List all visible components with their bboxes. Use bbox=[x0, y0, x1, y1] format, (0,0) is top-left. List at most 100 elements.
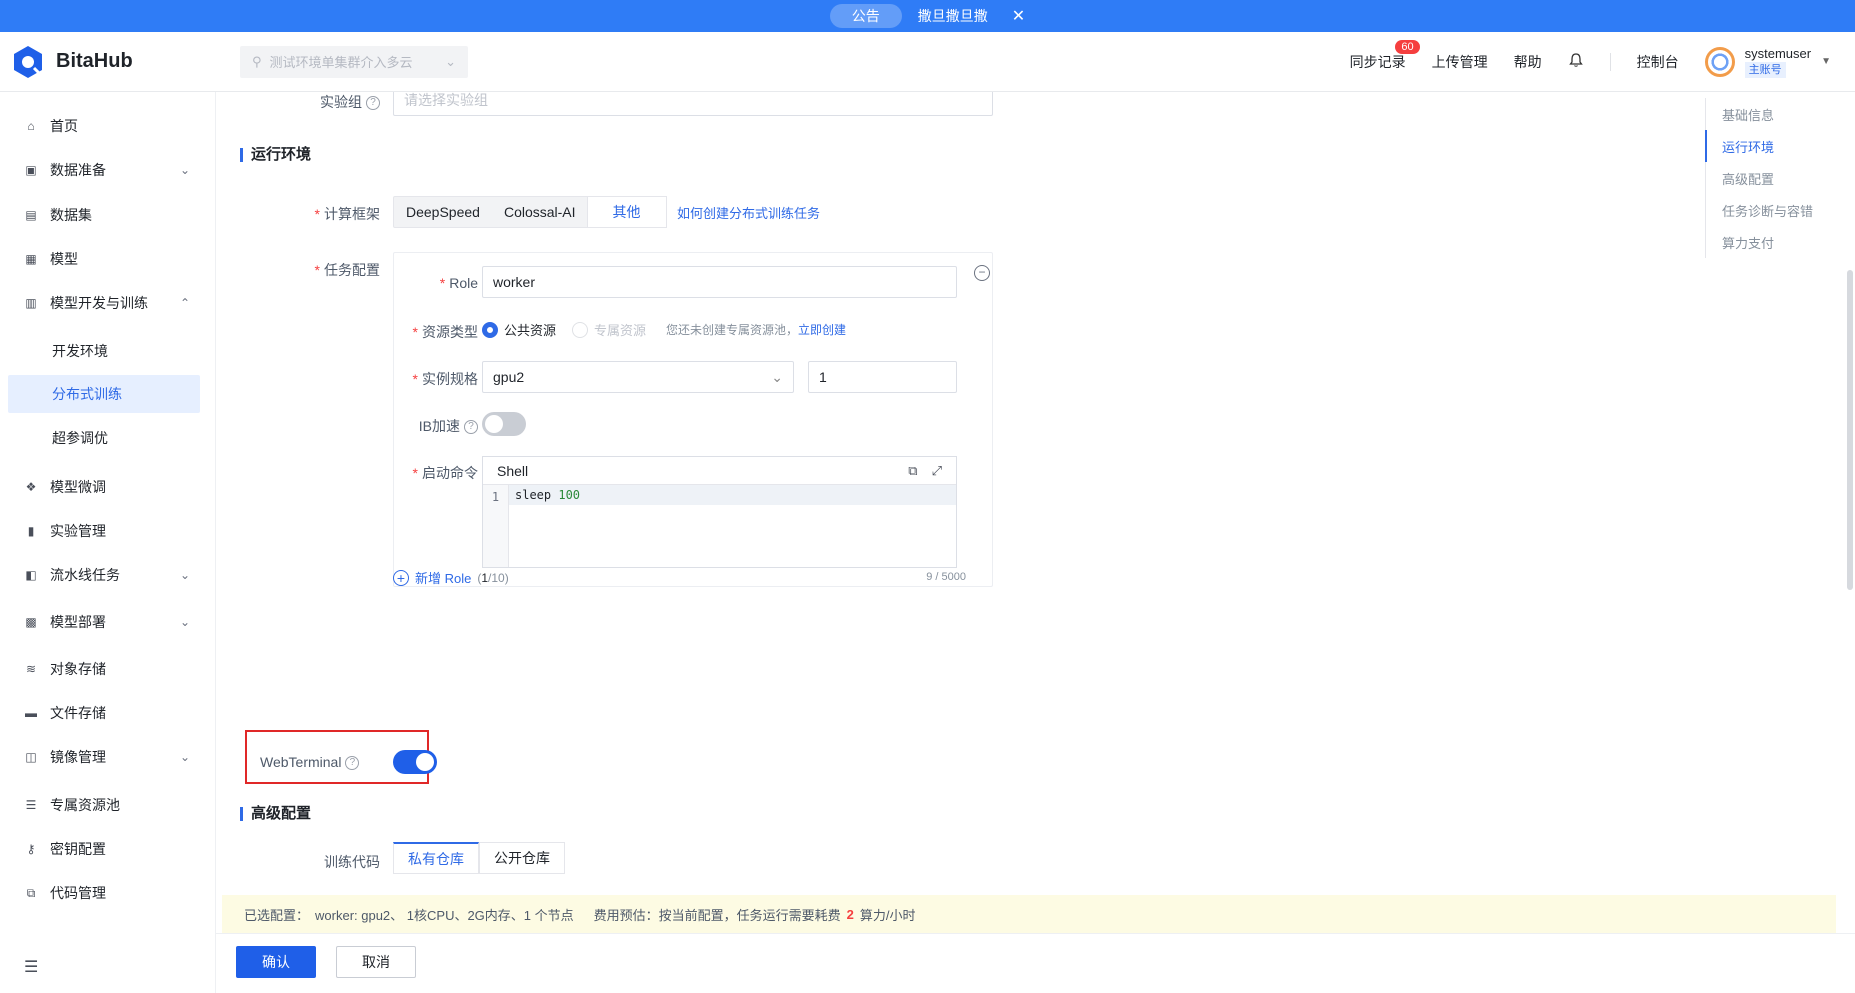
resource-public-radio[interactable] bbox=[482, 321, 498, 338]
create-resource-pool-link[interactable]: 立即创建 bbox=[798, 321, 846, 338]
framework-option-deepspeed[interactable]: DeepSpeed bbox=[394, 197, 492, 227]
expand-icon[interactable]: ⤢ bbox=[932, 463, 942, 479]
sidebar-item-file-storage[interactable]: ▬ 文件存储 bbox=[8, 694, 200, 732]
anchor-runtime[interactable]: 运行环境 bbox=[1705, 130, 1855, 162]
user-menu[interactable]: systemuser 主账号 ▼ bbox=[1704, 46, 1831, 78]
anchor-advanced[interactable]: 高级配置 bbox=[1706, 162, 1855, 194]
summary-cost-value: 2 bbox=[846, 906, 854, 922]
summary-selected-value: worker: gpu2、 1核CPU、2G内存、1 个节点 bbox=[315, 907, 574, 923]
tab-public-repo[interactable]: 公开仓库 bbox=[479, 842, 565, 874]
sidebar-item-label: 模型微调 bbox=[50, 479, 106, 495]
ib-accel-toggle[interactable] bbox=[482, 412, 526, 436]
chevron-up-icon: ⌃ bbox=[179, 296, 190, 310]
summary-cost-unit: 算力/小时 bbox=[859, 907, 916, 923]
sidebar-item-model-dev[interactable]: ▥ 模型开发与训练 ⌃ bbox=[8, 284, 200, 322]
ib-accel-label: IB加速? bbox=[394, 416, 478, 436]
scrollbar[interactable] bbox=[1847, 270, 1853, 590]
tab-private-repo[interactable]: 私有仓库 bbox=[393, 842, 479, 874]
sidebar-item-code[interactable]: ⧉ 代码管理 bbox=[8, 874, 200, 912]
sidebar-item-label: 模型 bbox=[50, 251, 78, 267]
anchor-diagnosis[interactable]: 任务诊断与容错 bbox=[1706, 194, 1855, 226]
sidebar-item-label: 模型开发与训练 bbox=[50, 295, 148, 311]
resource-dedicated-label[interactable]: 专属资源 bbox=[594, 320, 646, 339]
collapse-menu-icon[interactable]: ☰ bbox=[24, 957, 38, 977]
sidebar-item-experiment[interactable]: ▮ 实验管理 bbox=[8, 512, 200, 550]
dataset-icon: ▤ bbox=[25, 208, 37, 222]
sidebar-item-label: 密钥配置 bbox=[50, 841, 106, 857]
role-input[interactable]: worker bbox=[482, 266, 957, 298]
sync-records-link[interactable]: 同步记录 60 bbox=[1350, 39, 1420, 72]
sidebar-item-model[interactable]: ▦ 模型 bbox=[8, 240, 200, 278]
chevron-down-icon: ⌄ bbox=[445, 53, 456, 69]
help-icon[interactable]: ? bbox=[366, 96, 380, 111]
resource-public-label[interactable]: 公共资源 bbox=[504, 320, 556, 339]
confirm-button[interactable]: 确认 bbox=[236, 946, 316, 978]
anchor-basic-info[interactable]: 基础信息 bbox=[1706, 98, 1855, 130]
location-icon: ⚲ bbox=[252, 53, 262, 69]
sidebar-item-dataset[interactable]: ▤ 数据集 bbox=[8, 196, 200, 234]
runtime-section-title: 运行环境 bbox=[240, 147, 311, 162]
sidebar-item-home[interactable]: ⌂ 首页 bbox=[8, 107, 200, 145]
sidebar-item-resource-pool[interactable]: ☰ 专属资源池 bbox=[8, 786, 200, 824]
sidebar-item-hyperparam[interactable]: 超参调优 bbox=[8, 419, 200, 457]
anchor-payment[interactable]: 算力支付 bbox=[1706, 226, 1855, 258]
instance-spec-select[interactable]: gpu2 ⌄ bbox=[482, 361, 794, 393]
sidebar-item-label: 超参调优 bbox=[52, 430, 108, 446]
training-code-label: 训练代码 bbox=[324, 854, 380, 870]
logo[interactable]: BitaHub bbox=[10, 44, 240, 80]
console-link[interactable]: 控制台 bbox=[1637, 52, 1679, 72]
sidebar-item-label: 数据准备 bbox=[50, 162, 106, 178]
chevron-down-icon: ⌄ bbox=[771, 368, 783, 385]
help-icon[interactable]: ? bbox=[464, 420, 478, 435]
account-tag: 主账号 bbox=[1744, 61, 1786, 78]
server-icon: ☰ bbox=[25, 798, 37, 812]
help-icon[interactable]: ? bbox=[345, 756, 360, 771]
webterminal-label: WebTerminal? bbox=[260, 754, 360, 771]
code-line[interactable]: sleep 100 bbox=[509, 485, 956, 505]
code-keyword: sleep bbox=[515, 488, 552, 502]
upload-manage-link[interactable]: 上传管理 bbox=[1432, 52, 1488, 72]
sidebar-item-keys[interactable]: ⚷ 密钥配置 bbox=[8, 830, 200, 868]
copy-icon[interactable]: ⧉ bbox=[908, 463, 917, 479]
sidebar-item-pipeline[interactable]: ◧ 流水线任务 ⌄ bbox=[8, 556, 200, 594]
framework-option-other[interactable]: 其他 bbox=[586, 196, 667, 228]
framework-option-colossal[interactable]: Colossal-AI bbox=[492, 197, 588, 227]
sidebar-item-finetune[interactable]: ❖ 模型微调 bbox=[8, 468, 200, 506]
code-icon: ⧉ bbox=[26, 885, 36, 900]
nodes-icon: ❖ bbox=[25, 480, 37, 494]
experiment-group-select[interactable]: 请选择实验组 bbox=[393, 92, 993, 116]
cancel-button[interactable]: 取消 bbox=[336, 946, 416, 978]
framework-help-link[interactable]: 如何创建分布式训练任务 bbox=[677, 203, 820, 222]
bell-icon[interactable] bbox=[1568, 52, 1584, 71]
env-select[interactable]: ⚲ 测试环境单集群介入多云 ⌄ bbox=[240, 45, 468, 78]
sidebar-item-label: 分布式训练 bbox=[52, 386, 122, 402]
top-header: BitaHub ⚲ 测试环境单集群介入多云 ⌄ 同步记录 60 上传管理 帮助 … bbox=[0, 32, 1855, 92]
resource-dedicated-radio[interactable] bbox=[572, 321, 589, 338]
remove-role-icon[interactable]: − bbox=[974, 265, 990, 281]
sidebar-item-label: 对象存储 bbox=[50, 661, 106, 677]
sidebar-item-data-prep[interactable]: ▣ 数据准备 ⌄ bbox=[8, 151, 200, 189]
sidebar-item-deploy[interactable]: ▩ 模型部署 ⌄ bbox=[8, 603, 200, 641]
help-link[interactable]: 帮助 bbox=[1514, 52, 1542, 72]
sidebar-item-distributed-training[interactable]: 分布式训练 bbox=[8, 375, 200, 413]
summary-cost-label: 费用预估：按当前配置，任务运行需要耗费 bbox=[593, 907, 841, 923]
instance-spec-label: * 实例规格 bbox=[412, 371, 478, 387]
announcement-bar: 公告 撒旦撒旦撒 ✕ bbox=[0, 0, 1855, 32]
command-char-counter: 9 / 5000 bbox=[926, 571, 966, 583]
add-role-button[interactable]: + 新增 Role (1/10) bbox=[393, 568, 509, 587]
sidebar-item-label: 模型部署 bbox=[50, 614, 106, 630]
command-editor[interactable]: Shell ⧉ ⤢ 1 sleep 100 bbox=[482, 456, 957, 568]
env-select-value: 测试环境单集群介入多云 bbox=[269, 55, 413, 70]
sidebar-item-image[interactable]: ◫ 镜像管理 ⌄ bbox=[8, 738, 200, 776]
sidebar-item-object-storage[interactable]: ≋ 对象存储 bbox=[8, 650, 200, 688]
code-source-tabs: 私有仓库 公开仓库 bbox=[393, 842, 565, 874]
sync-count-badge: 60 bbox=[1395, 39, 1420, 54]
close-icon[interactable]: ✕ bbox=[1012, 6, 1025, 26]
sidebar-item-label: 数据集 bbox=[50, 207, 92, 223]
form-footer: 确认 取消 bbox=[216, 933, 1855, 993]
announcement-text[interactable]: 撒旦撒旦撒 bbox=[918, 6, 988, 26]
sidebar-item-dev-env[interactable]: 开发环境 bbox=[8, 332, 200, 370]
editor-language: Shell bbox=[497, 462, 529, 479]
webterminal-toggle[interactable] bbox=[393, 750, 437, 774]
instance-count-input[interactable]: 1 bbox=[808, 361, 957, 393]
